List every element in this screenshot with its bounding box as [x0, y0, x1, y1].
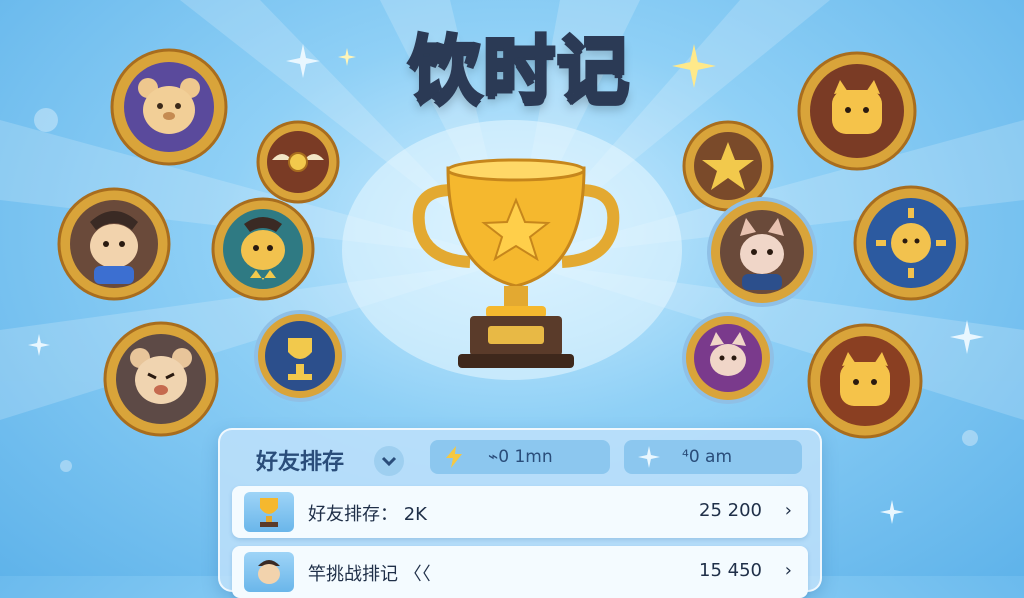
- row-label: 好友排存： 2K: [308, 504, 427, 525]
- bear-angry-badge[interactable]: [102, 320, 220, 438]
- cat-boy-badge[interactable]: [706, 196, 818, 308]
- bear-badge[interactable]: [110, 48, 228, 166]
- leaderboard-panel: 好友排存 ⌁0 1mn ⁴0 am 好友排存： 2K 25 200 › 竿挑战排…: [218, 428, 822, 598]
- sparkle-icon: [880, 500, 904, 524]
- sparkle-icon: [950, 320, 984, 354]
- bear-boy-badge[interactable]: [56, 186, 172, 302]
- row-score: 15 450: [699, 560, 762, 581]
- cat-badge-orange[interactable]: [806, 322, 924, 440]
- sparkle-icon: [638, 446, 660, 468]
- leaderboard-title: 好友排存: [256, 450, 345, 475]
- lightning-icon: [446, 446, 462, 468]
- row-score: 25 200: [699, 500, 762, 521]
- cat-badge-brown[interactable]: [796, 50, 918, 172]
- stat-value: ⁴0 am: [682, 447, 733, 467]
- bubble: [34, 108, 58, 132]
- sparkle-icon: [672, 44, 716, 88]
- sun-badge[interactable]: [852, 184, 970, 302]
- dropdown-button[interactable]: [374, 446, 404, 476]
- sparkle-icon: [286, 44, 320, 78]
- app-title: 饮时记: [407, 26, 631, 114]
- stat-pill-sparkle: ⁴0 am: [624, 440, 802, 474]
- trophy-badge[interactable]: [252, 308, 348, 404]
- chevron-right-icon: ›: [784, 500, 792, 521]
- trophy-avatar: [244, 492, 294, 532]
- trophy-icon: [412, 158, 620, 368]
- character-avatar: [244, 552, 294, 592]
- chevron-down-icon: [381, 456, 397, 467]
- winged-ball-badge[interactable]: [252, 120, 344, 204]
- list-item[interactable]: 竿挑战排记 〈〈 15 450 ›: [232, 546, 808, 598]
- stat-value: ⌁0 1mn: [488, 447, 553, 467]
- bubble: [962, 430, 978, 446]
- row-label: 竿挑战排记 〈〈: [308, 564, 431, 585]
- cat-girl-badge[interactable]: [680, 310, 776, 406]
- stat-pill-energy: ⌁0 1mn: [430, 440, 610, 474]
- chevron-right-icon: ›: [784, 560, 792, 581]
- sparkle-icon: [338, 48, 356, 66]
- bubble: [60, 460, 72, 472]
- sparkle-icon: [28, 334, 50, 356]
- list-item[interactable]: 好友排存： 2K 25 200 ›: [232, 486, 808, 538]
- lion-badge[interactable]: [210, 196, 316, 302]
